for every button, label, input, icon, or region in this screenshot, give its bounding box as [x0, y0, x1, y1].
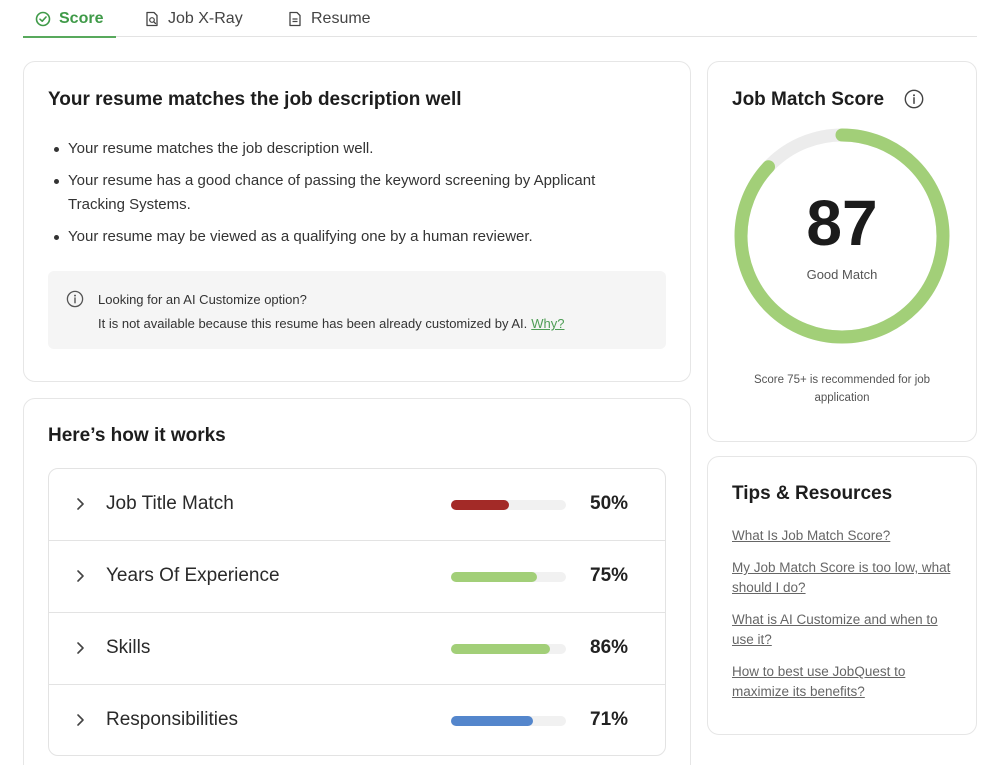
- chevron-right-icon: [75, 497, 85, 516]
- metric-percent: 50%: [590, 493, 629, 514]
- tab-bar: Score Job X-Ray Resume: [23, 0, 977, 38]
- progress-fill: [451, 500, 509, 510]
- tab-score-label: Score: [59, 9, 104, 27]
- score-recommendation: Score 75+ is recommended for job applica…: [753, 374, 931, 404]
- notice-heading: Looking for an AI Customize option?: [98, 292, 307, 307]
- info-icon[interactable]: [904, 89, 924, 114]
- document-icon: [287, 11, 303, 27]
- tips-title: Tips & Resources: [732, 483, 893, 504]
- check-circle-icon: [35, 11, 51, 27]
- score-title: Job Match Score: [732, 89, 885, 110]
- tip-link[interactable]: What is AI Customize and when to use it?: [732, 610, 957, 650]
- tips-resources-card: Tips & Resources What Is Job Match Score…: [707, 456, 977, 735]
- list-item: Your resume may be viewed as a qualifyin…: [52, 225, 652, 249]
- why-link[interactable]: Why?: [531, 316, 564, 331]
- score-value: 87: [806, 187, 878, 259]
- tip-link[interactable]: How to best use JobQuest to maximize its…: [732, 662, 957, 702]
- notice-text-line: It is not available because this resume …: [98, 316, 564, 331]
- tab-resume-label: Resume: [311, 9, 371, 27]
- score-status: Good Match: [806, 267, 878, 282]
- progress-fill: [451, 572, 538, 582]
- progress-track: [451, 572, 566, 582]
- metric-label: Responsibilities: [106, 709, 239, 730]
- tab-job-xray[interactable]: Job X-Ray: [144, 0, 243, 37]
- progress-track: [451, 716, 566, 726]
- summary-bullet-list: Your resume matches the job description …: [52, 137, 652, 257]
- metric-percent: 75%: [590, 565, 629, 586]
- progress-track: [451, 500, 566, 510]
- chevron-right-icon: [75, 569, 85, 588]
- metrics-list: Job Title Match 50% Years Of Experience …: [48, 468, 666, 756]
- list-item: Your resume has a good chance of passing…: [52, 169, 652, 217]
- progress-fill: [451, 644, 550, 654]
- metric-label: Years Of Experience: [106, 565, 280, 586]
- how-it-works-card: Here’s how it works Job Title Match 50% …: [23, 398, 691, 765]
- metric-row-responsibilities[interactable]: Responsibilities 71%: [49, 685, 665, 755]
- chevron-right-icon: [75, 641, 85, 660]
- ai-customize-notice: Looking for an AI Customize option? It i…: [48, 271, 666, 349]
- metric-percent: 86%: [590, 637, 629, 658]
- metric-row-skills[interactable]: Skills 86%: [49, 613, 665, 685]
- tip-link[interactable]: What Is Job Match Score?: [732, 526, 957, 546]
- progress-fill: [451, 716, 533, 726]
- metric-percent: 71%: [590, 709, 629, 730]
- document-search-icon: [144, 11, 160, 27]
- list-item: Your resume matches the job description …: [52, 137, 652, 161]
- summary-card: Your resume matches the job description …: [23, 61, 691, 382]
- summary-title: Your resume matches the job description …: [48, 89, 462, 110]
- metric-label: Skills: [106, 637, 151, 658]
- progress-track: [451, 644, 566, 654]
- tab-resume[interactable]: Resume: [287, 0, 371, 37]
- tab-score[interactable]: Score: [23, 0, 116, 38]
- chevron-right-icon: [75, 713, 85, 732]
- metric-row-job-title-match[interactable]: Job Title Match 50%: [49, 469, 665, 541]
- metric-row-years-of-experience[interactable]: Years Of Experience 75%: [49, 541, 665, 613]
- tip-link[interactable]: My Job Match Score is too low, what shou…: [732, 558, 957, 598]
- tab-job-xray-label: Job X-Ray: [168, 9, 243, 27]
- metric-label: Job Title Match: [106, 493, 234, 514]
- job-match-score-card: Job Match Score 87 Good Match Score 75+ …: [707, 61, 977, 442]
- how-it-works-title: Here’s how it works: [48, 425, 226, 446]
- info-icon: [66, 290, 84, 313]
- notice-text: It is not available because this resume …: [98, 316, 528, 331]
